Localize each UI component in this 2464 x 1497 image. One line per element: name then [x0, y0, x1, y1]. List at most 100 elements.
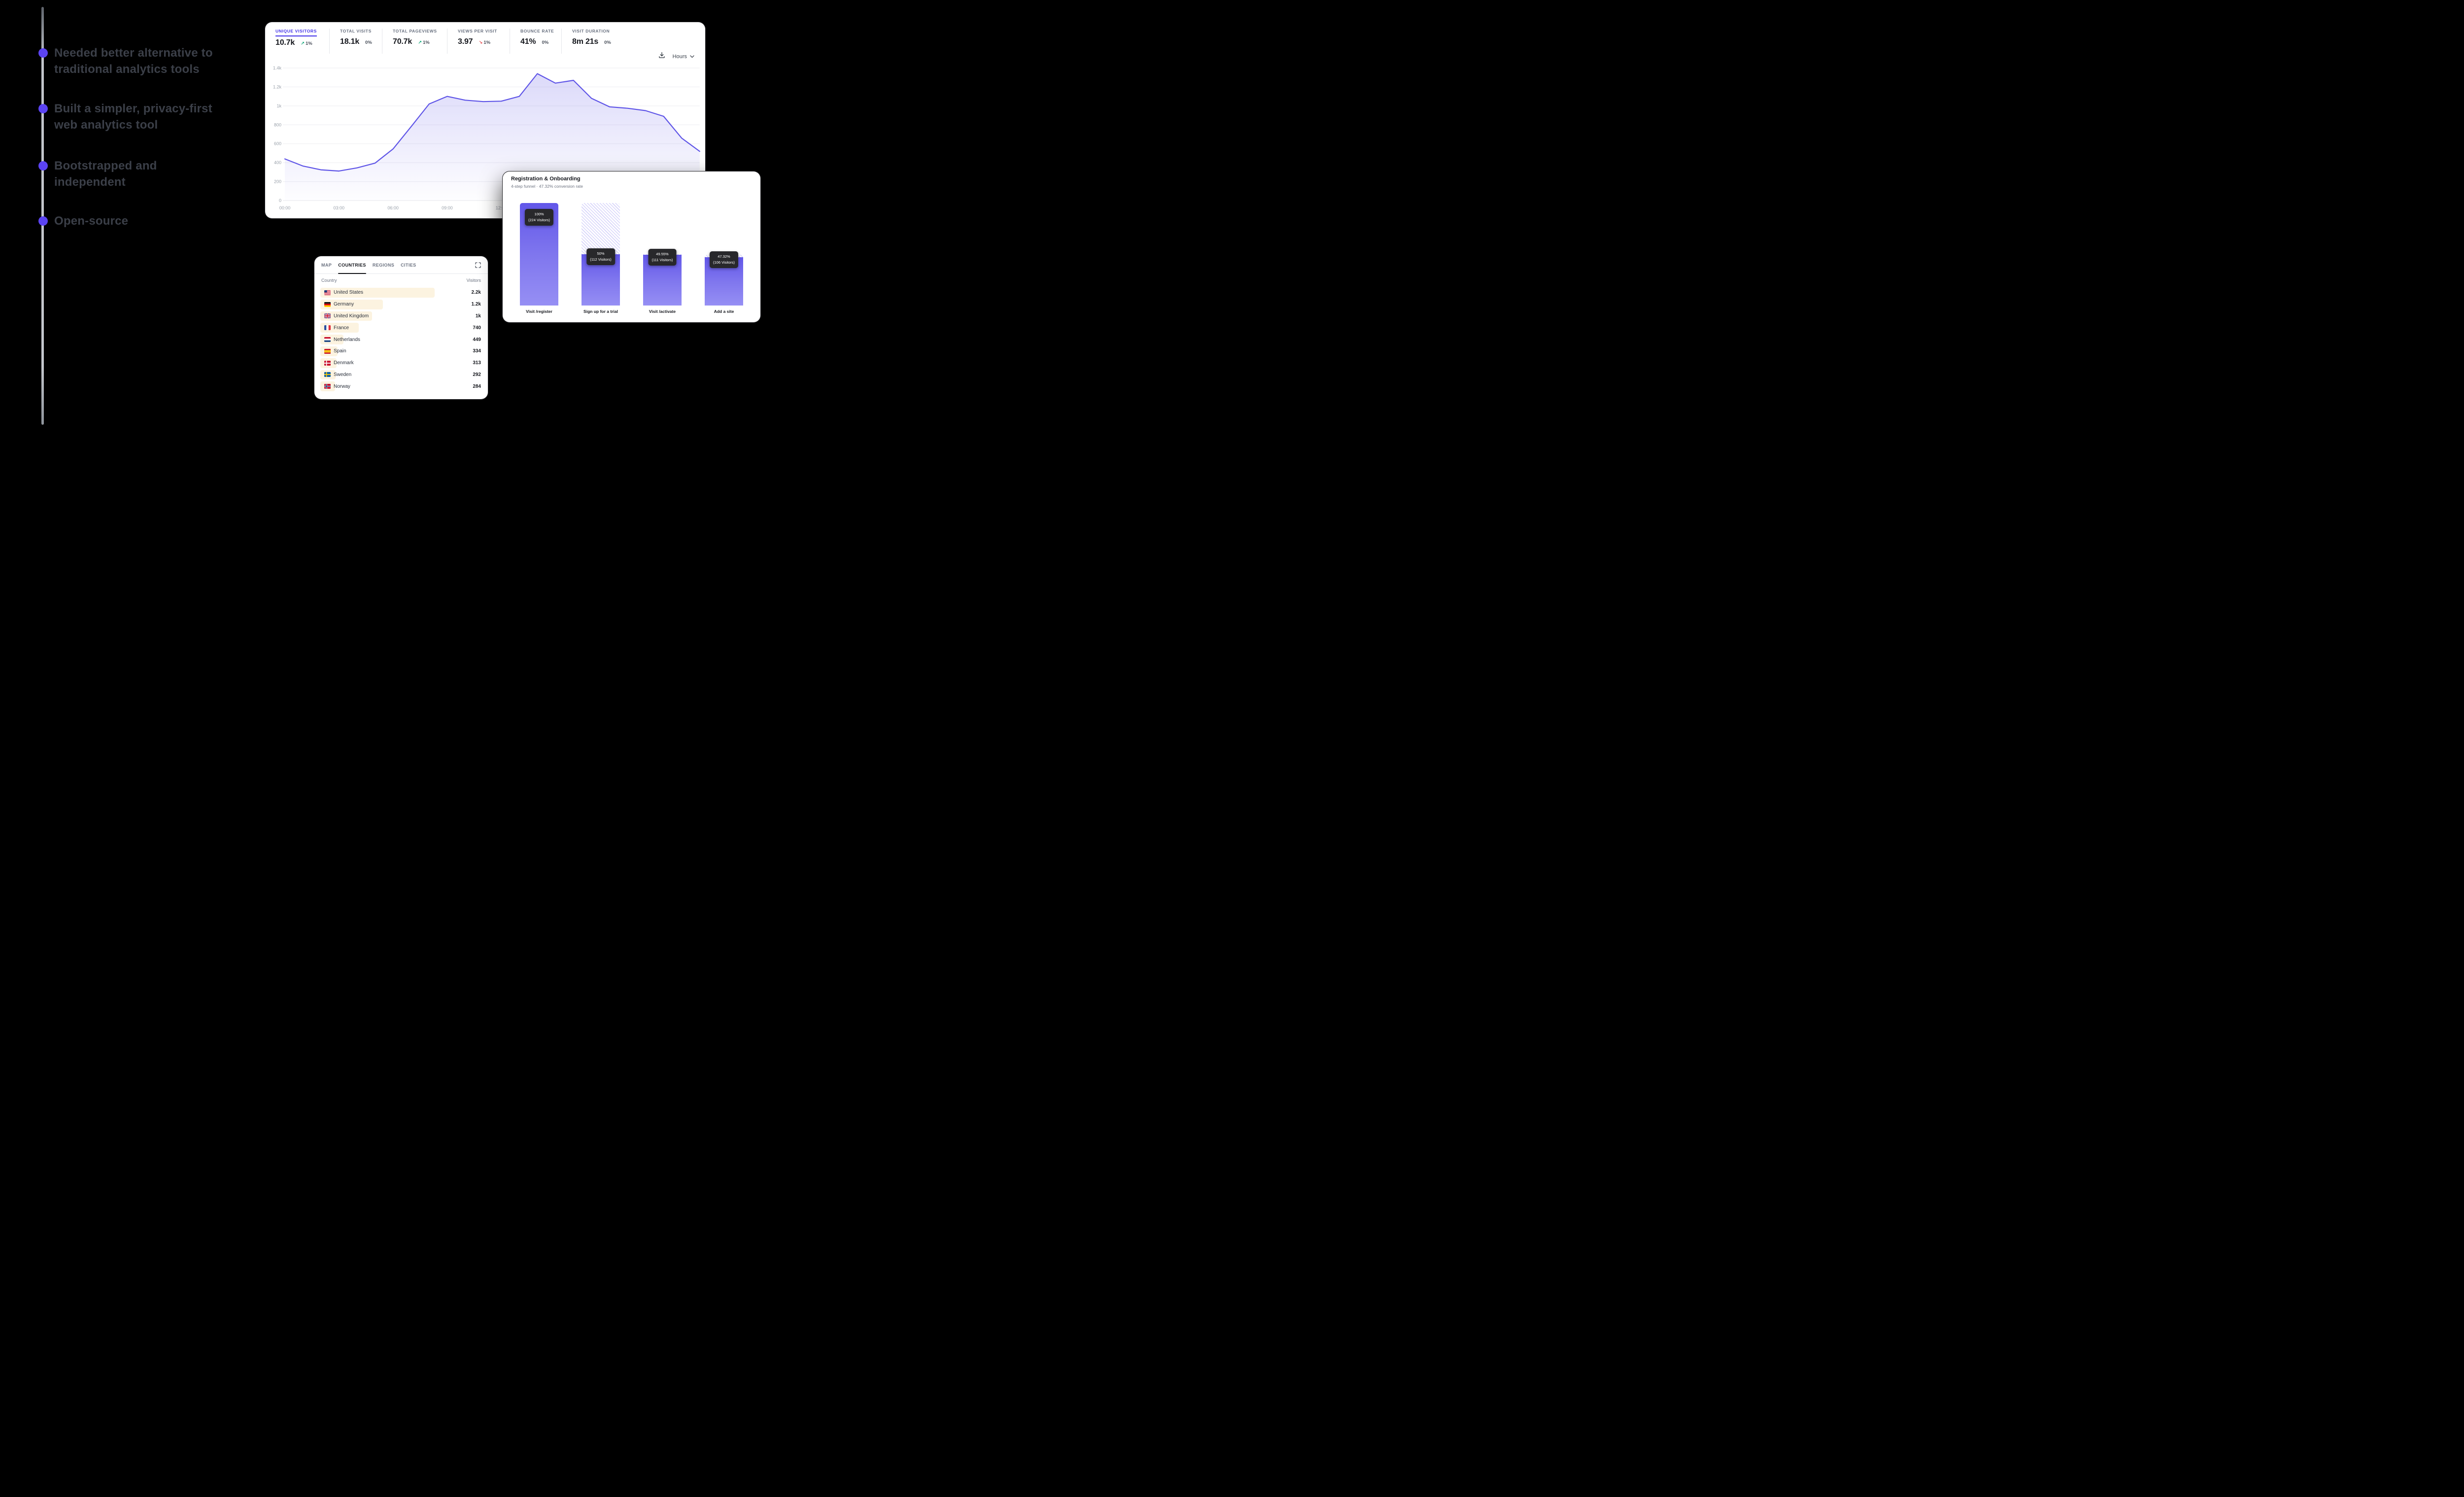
stat-change-badge: 0%	[365, 40, 372, 45]
country-name: United Kingdom	[334, 313, 369, 319]
y-axis-tick-label: 600	[274, 141, 281, 146]
funnel-bar-area: 100%(224 Visitors)	[520, 203, 558, 306]
funnel-tooltip: 100%(224 Visitors)	[525, 209, 553, 226]
de-flag-icon	[324, 302, 331, 307]
country-row[interactable]: Spain334	[320, 345, 481, 357]
funnel-title: Registration & Onboarding	[511, 176, 760, 182]
country-row[interactable]: Norway 284	[320, 380, 481, 392]
country-cell: Norway	[320, 384, 350, 389]
tab-countries[interactable]: COUNTRIES	[338, 256, 366, 273]
country-visitors-value: 1.2k	[472, 302, 481, 307]
stat-total-visits[interactable]: TOTAL VISITS18.1k0%	[330, 29, 382, 54]
country-visitors-value: 292	[473, 372, 481, 377]
country-name: Germany	[334, 302, 354, 307]
expand-icon[interactable]	[475, 256, 481, 273]
stat-label: TOTAL PAGEVIEWS	[393, 29, 447, 35]
gb-flag-icon	[324, 313, 331, 318]
stat-value-row: 8m 21s0%	[572, 37, 703, 46]
timeline-text-line: independent	[54, 174, 157, 190]
country-name: Netherlands	[334, 337, 360, 342]
stat-bounce-rate[interactable]: BOUNCE RATE 41%0%	[510, 29, 562, 54]
x-axis-tick-label: 06:00	[387, 205, 399, 210]
stat-label-text: TOTAL VISITS	[340, 29, 372, 35]
country-name: Sweden	[334, 372, 351, 377]
stat-visit-duration[interactable]: VISIT DURATION 8m 21s0%	[562, 29, 703, 54]
chevron-down-icon	[690, 54, 694, 60]
interval-dropdown[interactable]: Hours	[673, 54, 694, 60]
timeline-dot-icon	[38, 48, 48, 58]
timeline-item-text: Open-source	[54, 213, 128, 229]
timeline-text-line: Needed better alternative to	[54, 45, 213, 61]
country-column-label: Country	[321, 278, 337, 283]
country-cell: France	[320, 325, 349, 331]
stat-change-badge: 0%	[542, 40, 548, 45]
stat-value-row: 41%0%	[520, 37, 561, 46]
country-row[interactable]: Sweden 292	[320, 369, 481, 381]
stat-change-badge: ↗1%	[301, 41, 312, 46]
stat-value: 8m 21s	[572, 37, 598, 46]
funnel-tooltip-percent: 100%	[528, 211, 550, 217]
stat-views-per-visit[interactable]: VIEWS PER VISIT3.97↘1%	[447, 29, 510, 54]
timeline-text-line: traditional analytics tools	[54, 61, 213, 77]
country-row[interactable]: United States2.2k	[320, 287, 481, 299]
tab-map[interactable]: MAP	[321, 256, 332, 273]
country-row[interactable]: Denmark313	[320, 357, 481, 369]
timeline-item: Open-source	[38, 213, 128, 229]
country-row[interactable]: Netherlands 449	[320, 334, 481, 345]
timeline-dot-icon	[38, 216, 48, 226]
funnel-step[interactable]: 50%(112 Visitors)Sign up for a trial	[582, 203, 620, 314]
y-axis-tick-label: 200	[274, 179, 281, 184]
funnel-step-label: Visit /register	[520, 309, 558, 314]
download-icon[interactable]	[658, 52, 665, 61]
country-name: United States	[334, 290, 363, 295]
es-flag-icon	[324, 349, 331, 354]
funnel-step[interactable]: 100%(224 Visitors) Visit /register	[520, 203, 558, 314]
funnel-tooltip-percent: 47.32%	[713, 254, 735, 260]
interval-label: Hours	[673, 54, 687, 60]
country-row[interactable]: United Kingdom1k	[320, 310, 481, 322]
tab-regions[interactable]: REGIONS	[373, 256, 394, 273]
stat-total-pageviews[interactable]: TOTAL PAGEVIEWS 70.7k↗1%	[382, 29, 447, 54]
funnel-tooltip: 50%(112 Visitors)	[586, 248, 615, 265]
funnel-subtitle: 4-step funnel · 47.32% conversion rate	[511, 184, 760, 189]
country-visitors-value: 284	[473, 384, 481, 389]
stat-label-text: BOUNCE RATE	[520, 29, 554, 35]
stat-label-text: VISIT DURATION	[572, 29, 610, 35]
timeline-item: Needed better alternative totraditional …	[38, 45, 213, 77]
stat-value: 70.7k	[393, 37, 412, 46]
stat-change-badge: ↘1%	[479, 40, 490, 45]
funnel-step-label: Add a site	[705, 309, 743, 314]
stat-value: 10.7k	[275, 38, 295, 47]
country-visitors-value: 449	[473, 337, 481, 342]
funnel-dropoff-hatch	[582, 203, 620, 254]
country-row[interactable]: Germany 1.2k	[320, 299, 481, 310]
stats-row: UNIQUE VISITORS10.7k↗1%TOTAL VISITS18.1k…	[265, 22, 705, 54]
funnel-bars: 100%(224 Visitors) Visit /register 50%(112…	[520, 203, 743, 314]
funnel-tooltip-percent: 49.55%	[652, 251, 673, 257]
y-axis-tick-label: 400	[274, 160, 281, 165]
country-row[interactable]: France740	[320, 322, 481, 334]
trend-up-icon: ↗	[301, 41, 305, 46]
country-cell: Germany	[320, 302, 354, 307]
us-flag-icon	[324, 290, 331, 295]
funnel-bar-area: 50%(112 Visitors)	[582, 203, 620, 306]
stat-label-text: TOTAL PAGEVIEWS	[393, 29, 437, 35]
stat-unique-visitors[interactable]: UNIQUE VISITORS10.7k↗1%	[265, 29, 330, 54]
timeline-item-text: Built a simpler, privacy-firstweb analyt…	[54, 101, 212, 133]
tab-cities[interactable]: CITIES	[401, 256, 416, 273]
stat-value-row: 70.7k↗1%	[393, 37, 447, 46]
dk-flag-icon	[324, 361, 331, 366]
y-axis-tick-label: 1.4k	[273, 66, 281, 70]
timeline-text-line: Bootstrapped and	[54, 158, 157, 174]
country-cell: United Kingdom	[320, 313, 369, 319]
x-axis-tick-label: 00:00	[279, 205, 291, 210]
country-name: France	[334, 325, 349, 331]
se-flag-icon	[324, 372, 331, 377]
funnel-step[interactable]: 47.32%(106 Visitors) Add a site	[705, 203, 743, 314]
funnel-tooltip: 47.32%(106 Visitors)	[710, 251, 738, 268]
timeline-item: Built a simpler, privacy-firstweb analyt…	[38, 101, 212, 133]
funnel-step[interactable]: 49.55%(111 Visitors)Visit /activate	[643, 203, 682, 314]
fr-flag-icon	[324, 325, 331, 330]
chart-toolbar: Hours	[658, 52, 694, 61]
stat-label: VISIT DURATION	[572, 29, 703, 35]
